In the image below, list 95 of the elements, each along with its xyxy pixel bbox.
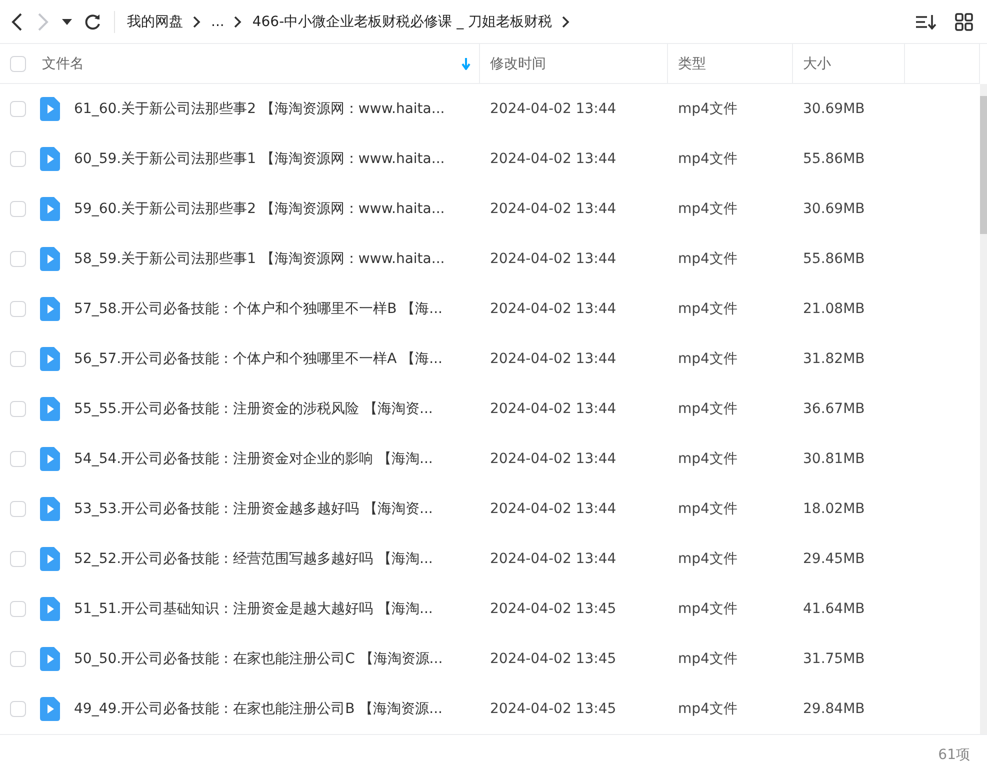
file-name[interactable]: 60_59.关于新公司法那些事1 【海淘资源网：www.haita... <box>74 150 445 168</box>
file-type: mp4文件 <box>678 300 738 318</box>
file-size: 29.84MB <box>803 701 865 717</box>
checkbox[interactable] <box>10 651 26 667</box>
modified-time: 2024-04-02 13:44 <box>490 201 616 217</box>
file-size: 18.02MB <box>803 501 865 517</box>
file-type: mp4文件 <box>678 100 738 118</box>
file-name[interactable]: 52_52.开公司必备技能：经营范围写越多越好吗 【海淘... <box>74 550 433 568</box>
file-type: mp4文件 <box>678 150 738 168</box>
file-type: mp4文件 <box>678 700 738 718</box>
file-type: mp4文件 <box>678 550 738 568</box>
video-file-icon <box>40 347 60 371</box>
file-type: mp4文件 <box>678 400 738 418</box>
modified-time: 2024-04-02 13:45 <box>490 701 616 717</box>
checkbox[interactable] <box>10 501 26 517</box>
video-file-icon <box>40 497 60 521</box>
file-type: mp4文件 <box>678 450 738 468</box>
chevron-icon <box>193 16 201 28</box>
file-size: 29.45MB <box>803 551 865 567</box>
file-type: mp4文件 <box>678 250 738 268</box>
file-size: 30.81MB <box>803 451 865 467</box>
modified-time: 2024-04-02 13:44 <box>490 401 616 417</box>
file-name[interactable]: 61_60.关于新公司法那些事2 【海淘资源网：www.haita... <box>74 100 445 118</box>
checkbox[interactable] <box>10 101 26 117</box>
modified-time: 2024-04-02 13:45 <box>490 651 616 667</box>
breadcrumb-link[interactable]: ... <box>211 14 224 30</box>
checkbox[interactable] <box>10 201 26 217</box>
modified-time: 2024-04-02 13:44 <box>490 501 616 517</box>
checkbox[interactable] <box>10 601 26 617</box>
file-type: mp4文件 <box>678 350 738 368</box>
video-file-icon <box>40 447 60 471</box>
checkbox[interactable] <box>10 351 26 367</box>
file-name[interactable]: 49_49.开公司必备技能：在家也能注册公司B 【海淘资源... <box>74 700 442 718</box>
item-count: 61项 <box>938 746 970 764</box>
file-name[interactable]: 59_60.关于新公司法那些事2 【海淘资源网：www.haita... <box>74 200 445 218</box>
file-size: 30.69MB <box>803 101 865 117</box>
file-size: 21.08MB <box>803 301 865 317</box>
file-size: 31.82MB <box>803 351 865 367</box>
chevron-icon <box>234 16 242 28</box>
file-size: 55.86MB <box>803 151 865 167</box>
video-file-icon <box>40 597 60 621</box>
file-name[interactable]: 58_59.关于新公司法那些事1 【海淘资源网：www.haita... <box>74 250 445 268</box>
refresh-icon[interactable] <box>84 12 102 30</box>
file-name[interactable]: 53_53.开公司必备技能：注册资金越多越好吗 【海淘资... <box>74 500 433 518</box>
video-file-icon <box>40 197 60 221</box>
file-size: 41.64MB <box>803 601 865 617</box>
modified-time: 2024-04-02 13:45 <box>490 601 616 617</box>
modified-time: 2024-04-02 13:44 <box>490 451 616 467</box>
modified-time: 2024-04-02 13:44 <box>490 351 616 367</box>
chevron-icon <box>562 16 570 28</box>
column-header[interactable]: 大小 <box>793 44 905 84</box>
modified-time: 2024-04-02 13:44 <box>490 251 616 267</box>
file-name[interactable]: 54_54.开公司必备技能：注册资金对企业的影响 【海淘... <box>74 450 433 468</box>
file-name[interactable]: 55_55.开公司必备技能：注册资金的涉税风险 【海淘资... <box>74 400 433 418</box>
file-type: mp4文件 <box>678 500 738 518</box>
column-header[interactable]: 文件名 <box>0 44 480 84</box>
scrollbar[interactable] <box>980 84 987 734</box>
breadcrumb-link[interactable]: 466-中小微企业老板财税必修课 _ 刀姐老板财税 <box>252 12 552 30</box>
sort-arrow-icon[interactable] <box>461 58 471 70</box>
file-size: 31.75MB <box>803 651 865 667</box>
column-header[interactable]: 类型 <box>668 44 793 84</box>
checkbox[interactable] <box>10 301 26 317</box>
modified-time: 2024-04-02 13:44 <box>490 301 616 317</box>
file-type: mp4文件 <box>678 600 738 618</box>
video-file-icon <box>40 547 60 571</box>
video-file-icon <box>40 147 60 171</box>
checkbox[interactable] <box>10 251 26 267</box>
caret-icon[interactable] <box>62 18 72 26</box>
checkbox[interactable] <box>10 401 26 417</box>
file-name[interactable]: 57_58.开公司必备技能：个体户和个独哪里不一样B 【海... <box>74 300 442 318</box>
file-size: 55.86MB <box>803 251 865 267</box>
file-name[interactable]: 50_50.开公司必备技能：在家也能注册公司C 【海淘资源... <box>74 650 443 668</box>
checkbox[interactable] <box>10 56 26 72</box>
checkbox[interactable] <box>10 701 26 717</box>
checkbox[interactable] <box>10 451 26 467</box>
file-size: 36.67MB <box>803 401 865 417</box>
file-size: 30.69MB <box>803 201 865 217</box>
video-file-icon <box>40 247 60 271</box>
video-file-icon <box>40 697 60 721</box>
modified-time: 2024-04-02 13:44 <box>490 151 616 167</box>
video-file-icon <box>40 397 60 421</box>
video-file-icon <box>40 297 60 321</box>
checkbox[interactable] <box>10 551 26 567</box>
modified-time: 2024-04-02 13:44 <box>490 101 616 117</box>
column-header[interactable]: 修改时间 <box>480 44 668 84</box>
scrollbar-thumb[interactable] <box>980 96 987 234</box>
file-name[interactable]: 51_51.开公司基础知识：注册资金是越大越好吗 【海淘... <box>74 600 433 618</box>
video-file-icon <box>40 97 60 121</box>
file-type: mp4文件 <box>678 650 738 668</box>
file-type: mp4文件 <box>678 200 738 218</box>
breadcrumb-link[interactable]: 我的网盘 <box>127 12 183 30</box>
modified-time: 2024-04-02 13:44 <box>490 551 616 567</box>
file-name[interactable]: 56_57.开公司必备技能：个体户和个独哪里不一样A 【海... <box>74 350 442 368</box>
video-file-icon <box>40 647 60 671</box>
checkbox[interactable] <box>10 151 26 167</box>
